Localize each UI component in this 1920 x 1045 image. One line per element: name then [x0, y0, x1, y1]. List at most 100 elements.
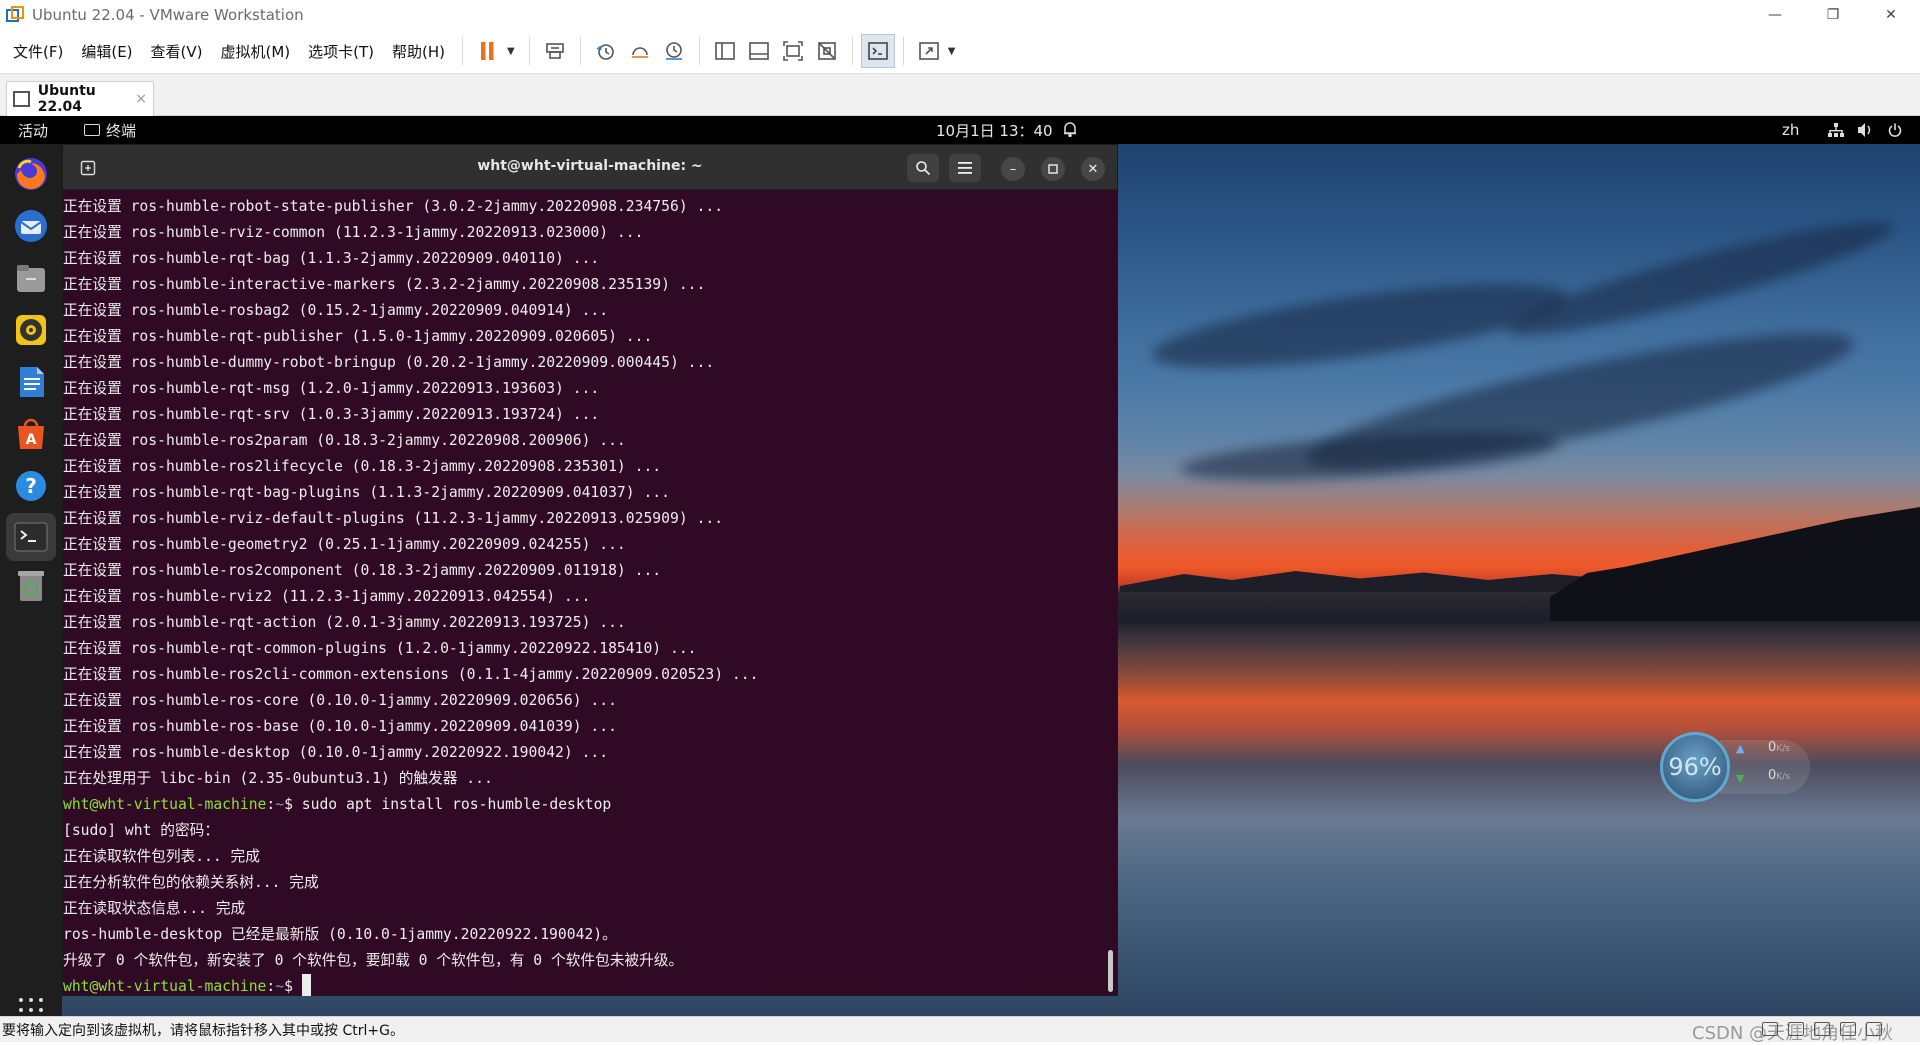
activities-button[interactable]: 活动 [18, 120, 48, 141]
menu-edit[interactable]: 编辑(E) [72, 36, 141, 66]
toolbar-divider [528, 37, 530, 65]
terminal-search-icon[interactable] [907, 154, 939, 182]
network-speed-widget[interactable]: 96% ▲ ▼ 0K/s 0K/s [1660, 732, 1810, 802]
snapshot-manager-icon[interactable] [657, 34, 691, 68]
input-language[interactable]: zh [1782, 121, 1799, 139]
upload-arrow-icon: ▲ [1736, 742, 1745, 755]
terminal-window[interactable]: wht@wht-virtual-machine: ~ – ✕ 正在设置 ros-… [62, 144, 1118, 996]
pause-dropdown-icon[interactable]: ▼ [507, 46, 515, 57]
app-menu-terminal[interactable]: 终端 [84, 120, 136, 141]
restore-button[interactable]: ❐ [1804, 0, 1862, 29]
power-icon[interactable] [1888, 123, 1902, 137]
vmware-titlebar: Ubuntu 22.04 - VMware Workstation — ❐ ✕ [0, 0, 1920, 29]
close-button[interactable]: ✕ [1862, 0, 1920, 29]
terminal-line: 正在设置 ros-humble-rosbag2 (0.15.2-1jammy.2… [63, 302, 609, 319]
terminal-line: 正在设置 ros-humble-rqt-common-plugins (1.2.… [63, 640, 697, 657]
terminal-dock-icon[interactable] [6, 513, 56, 561]
terminal-line: 正在设置 ros-humble-rqt-msg (1.2.0-1jammy.20… [63, 380, 600, 397]
help-icon[interactable]: ? [11, 466, 51, 506]
menu-file[interactable]: 文件(F) [4, 36, 72, 66]
tab-ubuntu[interactable]: Ubuntu 22.04 × [6, 81, 154, 116]
terminal-scrollbar[interactable] [1108, 950, 1113, 992]
terminal-output[interactable]: 正在设置 ros-humble-robot-state-publisher (3… [63, 191, 1117, 997]
prompt-dollar: $ [284, 978, 302, 995]
unity-mode-icon[interactable] [810, 34, 844, 68]
terminal-line: 正在设置 ros-humble-interactive-markers (2.3… [63, 276, 706, 293]
terminal-line: 正在设置 ros-humble-ros-base (0.10.0-1jammy.… [63, 718, 617, 735]
tab-close-icon[interactable]: × [135, 91, 147, 107]
download-unit: K/s [1776, 772, 1790, 782]
notification-bell-icon[interactable] [1063, 121, 1077, 141]
tab-label: Ubuntu 22.04 [37, 83, 96, 115]
library-view-icon[interactable] [708, 34, 742, 68]
thumbnail-bar-icon[interactable] [742, 34, 776, 68]
stretch-dropdown-icon[interactable]: ▼ [948, 46, 956, 57]
terminal-line: 正在设置 ros-humble-rviz-default-plugins (11… [63, 510, 724, 527]
volume-icon[interactable] [1858, 123, 1874, 137]
terminal-minimize-icon[interactable]: – [1001, 157, 1025, 181]
terminal-icon [84, 124, 100, 136]
status-hint: 要将输入定向到该虚拟机，请将鼠标指针移入其中或按 Ctrl+G。 [2, 1022, 404, 1039]
terminal-current-prompt[interactable]: wht@wht-virtual-machine:~$ [63, 974, 1117, 1000]
menu-vm[interactable]: 虚拟机(M) [212, 36, 300, 66]
terminal-headerbar[interactable]: wht@wht-virtual-machine: ~ – ✕ [63, 145, 1117, 190]
terminal-command-line: wht@wht-virtual-machine:~$ sudo apt inst… [63, 792, 1117, 818]
thunderbird-icon[interactable] [11, 206, 51, 246]
widget-panel [1720, 740, 1810, 794]
hamburger-menu-icon[interactable] [949, 154, 981, 182]
fullscreen-icon[interactable] [776, 34, 810, 68]
vm-tab-strip: Ubuntu 22.04 × [0, 74, 1920, 116]
sound-status-icon[interactable] [1866, 1022, 1882, 1036]
terminal-line: 正在设置 ros-humble-rqt-srv (1.0.3-3jammy.20… [63, 406, 600, 423]
show-applications-icon[interactable] [19, 998, 43, 1016]
svg-text:?: ? [25, 474, 37, 498]
guest-display[interactable]: 活动 终端 10月1日 13：40 zh A ? wht@wht-virtual… [0, 116, 1920, 1016]
terminal-line: 正在设置 ros-humble-robot-state-publisher (3… [63, 198, 724, 215]
toolbar-divider [851, 37, 853, 65]
send-ctrl-alt-del-icon[interactable] [538, 34, 572, 68]
vmware-logo-icon [6, 5, 24, 24]
usb-status-icon[interactable] [1840, 1022, 1856, 1036]
terminal-line: 正在设置 ros-humble-dummy-robot-bringup (0.2… [63, 354, 715, 371]
terminal-line: 正在设置 ros-humble-ros2cli-common-extension… [63, 666, 759, 683]
cdrom-status-icon[interactable] [1788, 1022, 1804, 1036]
firefox-icon[interactable] [11, 154, 51, 194]
clock[interactable]: 10月1日 13：40 [936, 120, 1053, 141]
terminal-close-icon[interactable]: ✕ [1081, 157, 1105, 181]
vmware-status-bar: 要将输入定向到该虚拟机，请将鼠标指针移入其中或按 Ctrl+G。 CSDN @天… [0, 1016, 1920, 1044]
menu-help[interactable]: 帮助(H) [383, 36, 454, 66]
snapshot-icon[interactable] [589, 34, 623, 68]
stretch-guest-icon[interactable] [912, 34, 946, 68]
terminal-maximize-icon[interactable] [1041, 157, 1065, 181]
toolbar-divider [698, 37, 700, 65]
terminal-line: 正在设置 ros-humble-rviz-common (11.2.3-1jam… [63, 224, 644, 241]
menu-view[interactable]: 查看(V) [142, 36, 212, 66]
console-view-icon[interactable] [860, 34, 895, 68]
terminal-line: 正在设置 ros-humble-rviz2 (11.2.3-1jammy.202… [63, 588, 591, 605]
menu-tabs[interactable]: 选项卡(T) [299, 36, 383, 66]
revert-snapshot-icon[interactable] [623, 34, 657, 68]
terminal-line: 正在设置 ros-humble-ros-core (0.10.0-1jammy.… [63, 692, 617, 709]
toolbar-divider [579, 37, 581, 65]
trash-icon[interactable] [11, 566, 51, 606]
prompt-user: wht@wht-virtual-machine [63, 978, 267, 995]
app-menu-label: 终端 [106, 121, 137, 140]
terminal-output-line: 正在分析软件包的依赖关系树... 完成 [63, 874, 319, 891]
libreoffice-writer-icon[interactable] [11, 362, 51, 402]
command-text: sudo apt install ros-humble-desktop [301, 796, 612, 813]
pause-icon[interactable] [471, 34, 505, 68]
files-icon[interactable] [11, 258, 51, 298]
text-cursor [301, 974, 311, 996]
svg-text:A: A [26, 432, 37, 448]
terminal-line: 正在设置 ros-humble-ros2component (0.18.3-2j… [63, 562, 662, 579]
terminal-output-line: 正在读取状态信息... 完成 [63, 900, 246, 917]
network-status-icon[interactable] [1814, 1022, 1830, 1036]
rhythmbox-icon[interactable] [11, 310, 51, 350]
network-icon[interactable] [1828, 123, 1844, 137]
terminal-output-line: 升级了 0 个软件包，新安装了 0 个软件包，要卸载 0 个软件包，有 0 个软… [63, 952, 684, 969]
prompt-sep: : [266, 978, 276, 995]
minimize-button[interactable]: — [1746, 0, 1804, 29]
prompt-path: ~ [275, 796, 285, 813]
hdd-status-icon[interactable] [1762, 1022, 1778, 1036]
ubuntu-software-icon[interactable]: A [11, 414, 51, 454]
